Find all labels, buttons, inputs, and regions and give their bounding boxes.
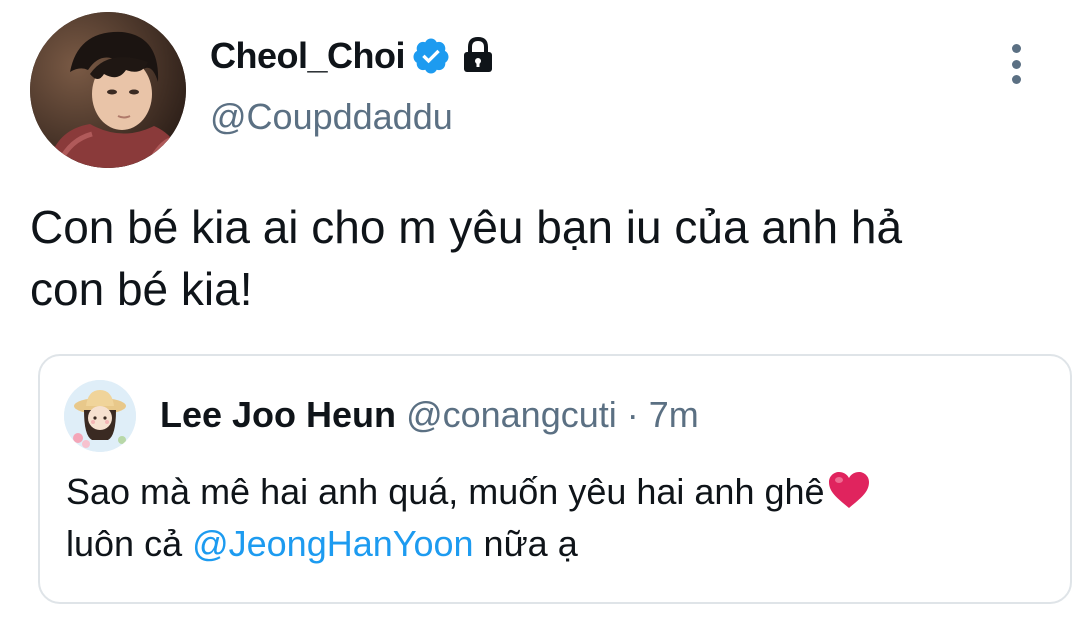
quote-text-segment: luôn cả [66, 523, 193, 564]
author-avatar[interactable] [30, 12, 186, 168]
quote-author-avatar[interactable] [64, 380, 136, 452]
quoted-tweet-card[interactable]: Lee Joo Heun @conangcuti · 7m Sao mà mê … [38, 354, 1072, 604]
quote-timestamp[interactable]: 7m [649, 394, 699, 435]
red-heart-emoji-icon [827, 470, 871, 510]
quote-separator: · [626, 394, 639, 435]
verified-badge-icon [411, 36, 451, 76]
quote-text: Sao mà mê hai anh quá, muốn yêu hai anh … [66, 466, 1056, 570]
more-options-button[interactable] [996, 40, 1036, 88]
quote-author-handle[interactable]: @conangcuti [406, 394, 617, 435]
more-dot [1011, 75, 1021, 84]
more-dot [1011, 59, 1021, 69]
quote-text-line: luôn cả @JeongHanYoon nữa ạ [66, 518, 1056, 570]
quote-text-segment: nữa ạ [473, 523, 578, 564]
tweet-text-line: con bé kia! [30, 263, 253, 315]
more-vertical-icon [1011, 44, 1021, 53]
lock-icon [461, 36, 495, 76]
quote-author-display-name[interactable]: Lee Joo Heun [160, 394, 396, 435]
mention-link[interactable]: @JeongHanYoon [192, 523, 473, 564]
tweet-text-line: Con bé kia ai cho m yêu bạn iu của anh h… [30, 201, 903, 253]
author-display-name[interactable]: Cheol_Choi [210, 35, 406, 77]
tweet-text: Con bé kia ai cho m yêu bạn iu của anh h… [30, 196, 1060, 320]
author-handle[interactable]: @Coupddaddu [210, 96, 453, 138]
quote-text-segment: Sao mà mê hai anh quá, muốn yêu hai anh … [66, 471, 825, 512]
quote-text-line: Sao mà mê hai anh quá, muốn yêu hai anh … [66, 466, 1056, 518]
quote-header: Lee Joo Heun @conangcuti · 7m [160, 394, 699, 436]
author-name-row: Cheol_Choi [210, 28, 495, 84]
